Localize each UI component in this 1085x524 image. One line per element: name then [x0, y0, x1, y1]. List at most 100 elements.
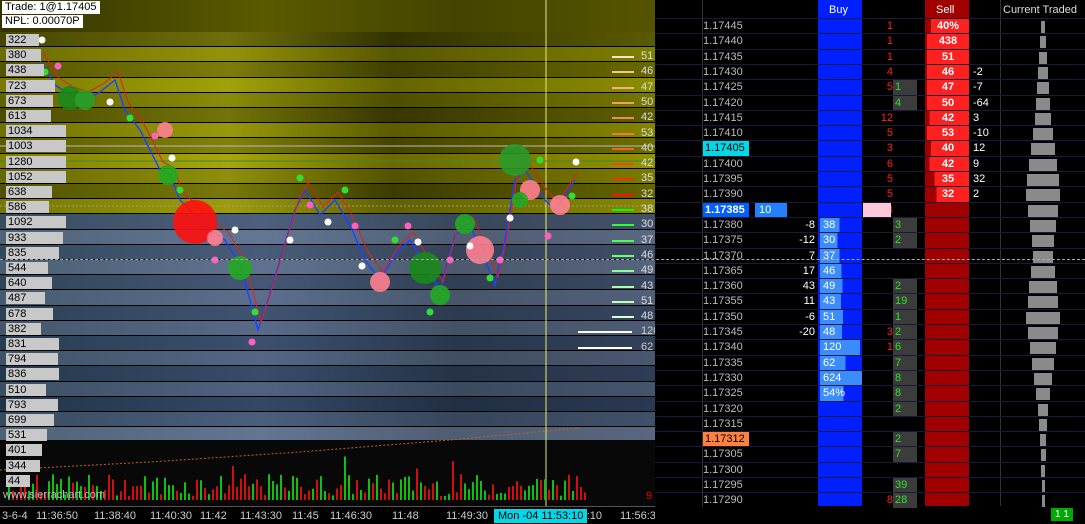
last-sell-cell: 6 — [886, 157, 893, 170]
dom-row[interactable]: 1.17335 62 7 — [655, 354, 1085, 371]
volume-bar — [424, 485, 426, 500]
dom-row[interactable]: 1.17350 -6 51 1 — [655, 308, 1085, 325]
dom-row[interactable]: 1.17370 7 37 — [655, 247, 1085, 264]
volume-bar — [484, 490, 486, 500]
dom-row[interactable]: 1.17340 120 6 1 — [655, 339, 1085, 356]
dom-row[interactable]: 1.17425 -7 47 1 5 — [655, 79, 1085, 96]
dom-row[interactable]: 1.17300 — [655, 461, 1085, 478]
volume-bar — [476, 475, 478, 500]
volume-bar — [160, 494, 162, 500]
traded-volume-bar — [1036, 97, 1050, 110]
volume-bar — [240, 478, 242, 500]
price-cell: 1.17325 — [703, 387, 743, 400]
volume-profile-bar: 1052 — [6, 170, 66, 183]
trade-dot — [248, 338, 256, 346]
dom-row[interactable]: 1.17400 9 42 6 — [655, 155, 1085, 172]
dom-row[interactable]: 1.17390 2 32 5 — [655, 186, 1085, 203]
bid-size-cell: 51 — [820, 309, 863, 325]
volume-profile-bar: 44 — [6, 474, 30, 487]
current-delta-cell: -12 — [799, 234, 815, 247]
dom-row[interactable]: 1.17325 54% 8 — [655, 385, 1085, 402]
trade-bubble — [157, 122, 173, 138]
current-delta-cell: 43 — [802, 280, 815, 293]
time-tick: 11:42 — [200, 510, 227, 522]
trade-dot — [496, 256, 504, 264]
volume-bar — [320, 476, 322, 500]
trade-dot — [306, 201, 314, 209]
dom-row[interactable]: 1.17330 624 8 — [655, 369, 1085, 386]
volume-bar — [532, 485, 534, 500]
volume-bar — [552, 480, 554, 500]
volume-bar — [120, 491, 122, 500]
dom-row[interactable]: 1.17355 11 43 19 — [655, 293, 1085, 310]
dom-row[interactable]: 1.17315 — [655, 415, 1085, 432]
last-buy-cell: 4 — [893, 95, 917, 111]
ask-size-cell: 40 — [927, 141, 969, 157]
time-tick: 11:49:30 — [446, 510, 489, 522]
volume-bar — [580, 486, 582, 500]
trade-dot — [426, 308, 434, 316]
traded-volume-bar — [1041, 495, 1045, 508]
volume-bar — [348, 475, 350, 500]
dom-row[interactable]: 1.17435 51 1 — [655, 48, 1085, 65]
last-sell-cell: 12 — [880, 111, 893, 124]
dom-row[interactable]: 1.17380 -8 38 3 — [655, 216, 1085, 233]
depth-of-market[interactable]: Buy Sell Current Traded 1.17445 40% 1 1.174… — [655, 0, 1085, 524]
trade-dot — [446, 256, 454, 264]
dom-row[interactable]: 1.17430 -2 46 4 — [655, 63, 1085, 80]
trade-marker-label: 42 — [641, 111, 654, 124]
volume-bar — [400, 479, 402, 500]
trade-dot — [536, 156, 544, 164]
dom-row[interactable]: 1.17440 438 1 — [655, 33, 1085, 50]
volume-bar — [292, 476, 294, 500]
price-cell: 1.17330 — [703, 371, 743, 384]
bid-size-cell: 43 — [820, 294, 863, 310]
traded-volume-bar — [1028, 327, 1058, 339]
volume-bar — [480, 481, 482, 500]
dom-row[interactable]: 1.17360 43 49 2 — [655, 278, 1085, 295]
price-cell: 1.17360 — [703, 280, 743, 293]
volume-profile-bar: 1034 — [6, 125, 66, 138]
volume-bar — [584, 492, 586, 500]
dom-row[interactable]: 1.17295 39 — [655, 477, 1085, 493]
price-chart[interactable]: 322 380 438 723 673 613 1034 1003 1280 1052 638 586… — [0, 0, 655, 506]
dom-row[interactable]: 1.17375 -12 30 2 — [655, 232, 1085, 249]
last-buy-cell: 39 — [893, 478, 917, 493]
volume-bar — [288, 490, 290, 500]
dom-row[interactable]: 1.17385104 — [655, 201, 1085, 218]
dom-row[interactable]: 1.17290 28 8 — [655, 492, 1085, 509]
watermark: www.sierrachart.com — [3, 489, 106, 501]
trade-marker-line — [612, 101, 634, 104]
dom-row[interactable]: 1.17320 2 — [655, 400, 1085, 417]
volume-bar — [404, 476, 406, 500]
traded-volume-bar — [1033, 250, 1053, 263]
dom-row[interactable]: 1.17410 -10 53 5 — [655, 125, 1085, 142]
volume-bar — [392, 482, 394, 500]
time-tick: 11:40:30 — [150, 510, 193, 522]
dom-row[interactable]: 1.17420 -64 50 4 — [655, 94, 1085, 111]
dom-row[interactable]: 1.17345 -20 48 2 3 — [655, 324, 1085, 340]
dom-row[interactable]: 1.17445 40% 1 — [655, 18, 1085, 34]
volume-profile-bar: 1280 — [6, 155, 66, 168]
dom-row[interactable]: 1.17415 3 42 12 — [655, 109, 1085, 126]
volume-bar — [124, 479, 126, 500]
volume-profile-bar: 836 — [6, 368, 60, 381]
last-buy-cell: 2 — [893, 325, 917, 340]
volume-bar — [280, 474, 282, 500]
traded-volume-bar — [1031, 143, 1055, 156]
dom-row[interactable]: 1.17305 7 — [655, 446, 1085, 463]
trade-dot — [358, 262, 366, 270]
trade-marker-line — [612, 239, 634, 242]
trade-dot — [341, 186, 349, 194]
volume-bar — [136, 485, 138, 500]
traded-volume-bar — [1029, 158, 1057, 171]
volume-bar — [276, 484, 278, 500]
bid-size-cell: 38 — [820, 217, 863, 233]
last-buy-cell: 8 — [893, 370, 917, 386]
ask-size-cell: 40% — [927, 19, 969, 34]
dom-row[interactable]: 1.17365 17 46 — [655, 262, 1085, 279]
dom-row[interactable]: 1.17312 2 — [655, 431, 1085, 448]
dom-row[interactable]: 1.17395 32 35 5 — [655, 171, 1085, 187]
price-cell: 1.17350 — [703, 310, 743, 323]
dom-row[interactable]: 1.17405 12 40 3 — [655, 140, 1085, 157]
